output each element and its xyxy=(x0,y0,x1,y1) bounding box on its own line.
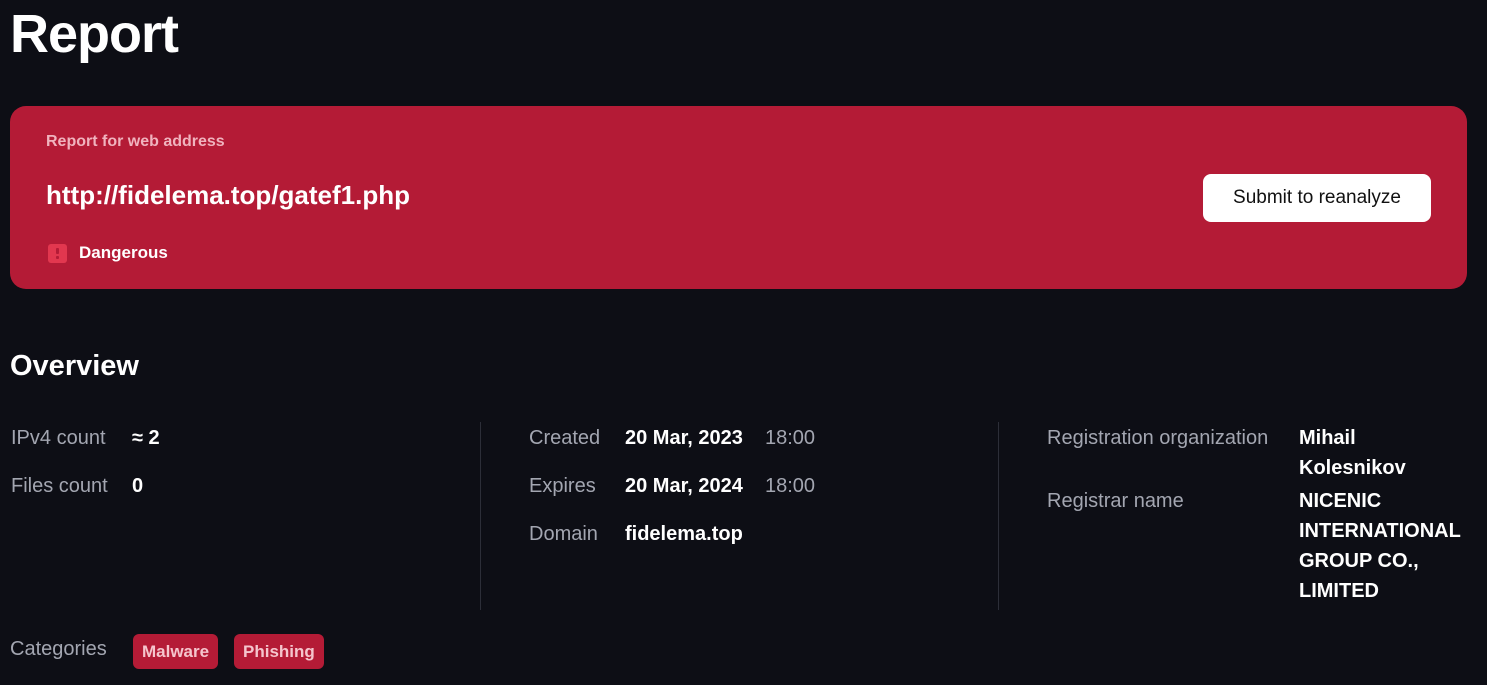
registration-organization-value: Mihail Kolesnikov xyxy=(1299,427,1406,479)
categories-label: Categories xyxy=(10,638,107,660)
verdict-badge: Dangerous xyxy=(48,243,168,263)
expires-label: Expires xyxy=(529,475,596,497)
registrar-name-value: NICENIC INTERNATIONAL GROUP CO., LIMITED xyxy=(1299,490,1461,602)
report-url: http://fidelema.top/gatef1.php xyxy=(46,180,410,210)
overview-column-registration: Registration organization Mihail Kolesni… xyxy=(998,422,1487,610)
files-count-value: 0 xyxy=(132,475,144,497)
expires-date: 20 Mar, 2024 xyxy=(625,475,743,497)
overview-column-dates: Created 20 Mar, 2023 18:00 Expires 20 Ma… xyxy=(480,422,999,610)
page-title: Report xyxy=(10,4,179,64)
created-time: 18:00 xyxy=(765,427,816,449)
danger-icon xyxy=(48,243,67,263)
created-label: Created xyxy=(529,427,601,449)
report-page: Report Report for web address http://fid… xyxy=(0,0,1487,685)
submit-reanalyze-button[interactable]: Submit to reanalyze xyxy=(1203,174,1431,222)
ipv4-count-value: ≈ 2 xyxy=(132,427,160,449)
category-chip-phishing[interactable]: Phishing xyxy=(234,634,324,669)
files-count-label: Files count xyxy=(11,475,108,497)
category-chip-malware[interactable]: Malware xyxy=(133,634,219,669)
overview-column-counts: IPv4 count ≈ 2 Files count 0 xyxy=(10,422,480,610)
registrar-name-label: Registrar name xyxy=(1047,490,1184,512)
report-caption: Report for web address xyxy=(46,133,225,150)
domain-label: Domain xyxy=(529,523,598,545)
report-card: Report for web address http://fidelema.t… xyxy=(10,106,1467,289)
registration-organization-label: Registration organization xyxy=(1047,427,1269,449)
overview-title: Overview xyxy=(10,350,139,382)
created-date: 20 Mar, 2023 xyxy=(625,427,743,449)
ipv4-count-label: IPv4 count xyxy=(11,427,106,449)
domain-value: fidelema.top xyxy=(625,523,743,545)
expires-time: 18:00 xyxy=(765,475,816,497)
verdict-label: Dangerous xyxy=(79,243,168,262)
